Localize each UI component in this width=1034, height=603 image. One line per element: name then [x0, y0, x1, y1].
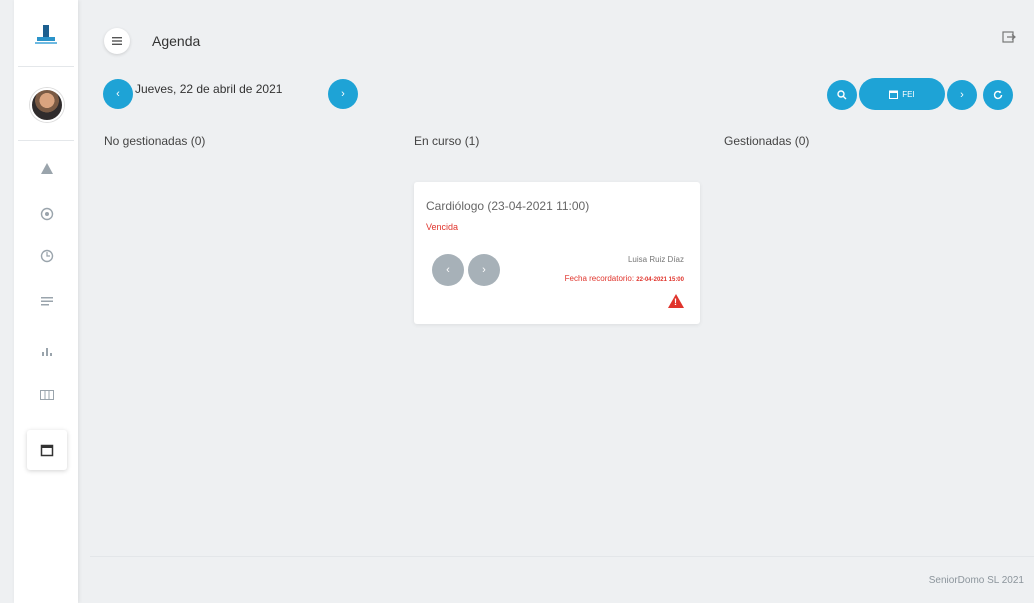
column-title-in-progress: En curso (1)	[414, 134, 480, 148]
chevron-left-icon: ‹	[116, 88, 120, 100]
column-title-managed: Gestionadas (0)	[724, 134, 810, 148]
person-name: Luisa Ruiz Díaz	[627, 255, 684, 264]
chevron-right-icon: ›	[341, 88, 345, 100]
main-content: Agenda ‹ Jueves, 22 de abril de 2021 › F…	[90, 10, 1034, 603]
reminder-label: Fecha recordatorio:	[564, 274, 635, 283]
chevron-left-icon: ‹	[446, 264, 450, 276]
current-date: Jueves, 22 de abril de 2021	[135, 82, 283, 96]
divider	[18, 140, 74, 141]
reminder-value: 22-04-2021 15:00	[636, 277, 684, 283]
footer-text: SeniorDomo SL 2021	[928, 575, 1024, 586]
calendar-filter-button[interactable]: FEI	[859, 78, 945, 110]
refresh-icon	[993, 90, 1003, 100]
agenda-card[interactable]: Cardiólogo (23-04-2021 11:00) Vencida ‹ …	[414, 182, 700, 324]
bar-chart-icon[interactable]	[36, 340, 58, 362]
filter-label: FEI	[902, 89, 915, 99]
warning-icon: !	[668, 294, 684, 308]
avatar[interactable]	[30, 88, 64, 122]
column-title-unmanaged: No gestionadas (0)	[104, 134, 206, 148]
reminder-date: Fecha recordatorio: 22-04-2021 15:00	[565, 274, 684, 283]
forward-button[interactable]: ›	[947, 80, 977, 110]
location-icon[interactable]	[36, 203, 58, 225]
search-icon	[837, 90, 847, 100]
sidebar	[14, 0, 78, 603]
divider	[18, 66, 74, 67]
card-prev-button[interactable]: ‹	[432, 254, 464, 286]
footer-divider	[90, 556, 1034, 557]
card-next-button[interactable]: ›	[468, 254, 500, 286]
logo-icon	[35, 25, 57, 44]
hamburger-icon	[112, 37, 122, 45]
page-title: Agenda	[152, 33, 201, 49]
status-badge: Vencida	[426, 222, 459, 232]
card-title: Cardiólogo (23-04-2021 11:00)	[426, 199, 590, 213]
calendar-icon[interactable]	[27, 430, 67, 470]
next-day-button[interactable]: ›	[328, 79, 358, 109]
list-icon[interactable]	[36, 290, 58, 312]
refresh-button[interactable]	[983, 80, 1013, 110]
grid-icon[interactable]	[36, 384, 58, 406]
clock-icon[interactable]	[36, 245, 58, 267]
warning-icon[interactable]	[36, 157, 58, 179]
menu-button[interactable]	[104, 28, 130, 54]
chevron-right-icon: ›	[482, 264, 486, 276]
search-button[interactable]	[827, 80, 857, 110]
calendar-icon	[889, 90, 899, 99]
logout-icon[interactable]	[1002, 31, 1016, 45]
chevron-right-icon: ›	[960, 89, 964, 101]
prev-day-button[interactable]: ‹	[103, 79, 133, 109]
